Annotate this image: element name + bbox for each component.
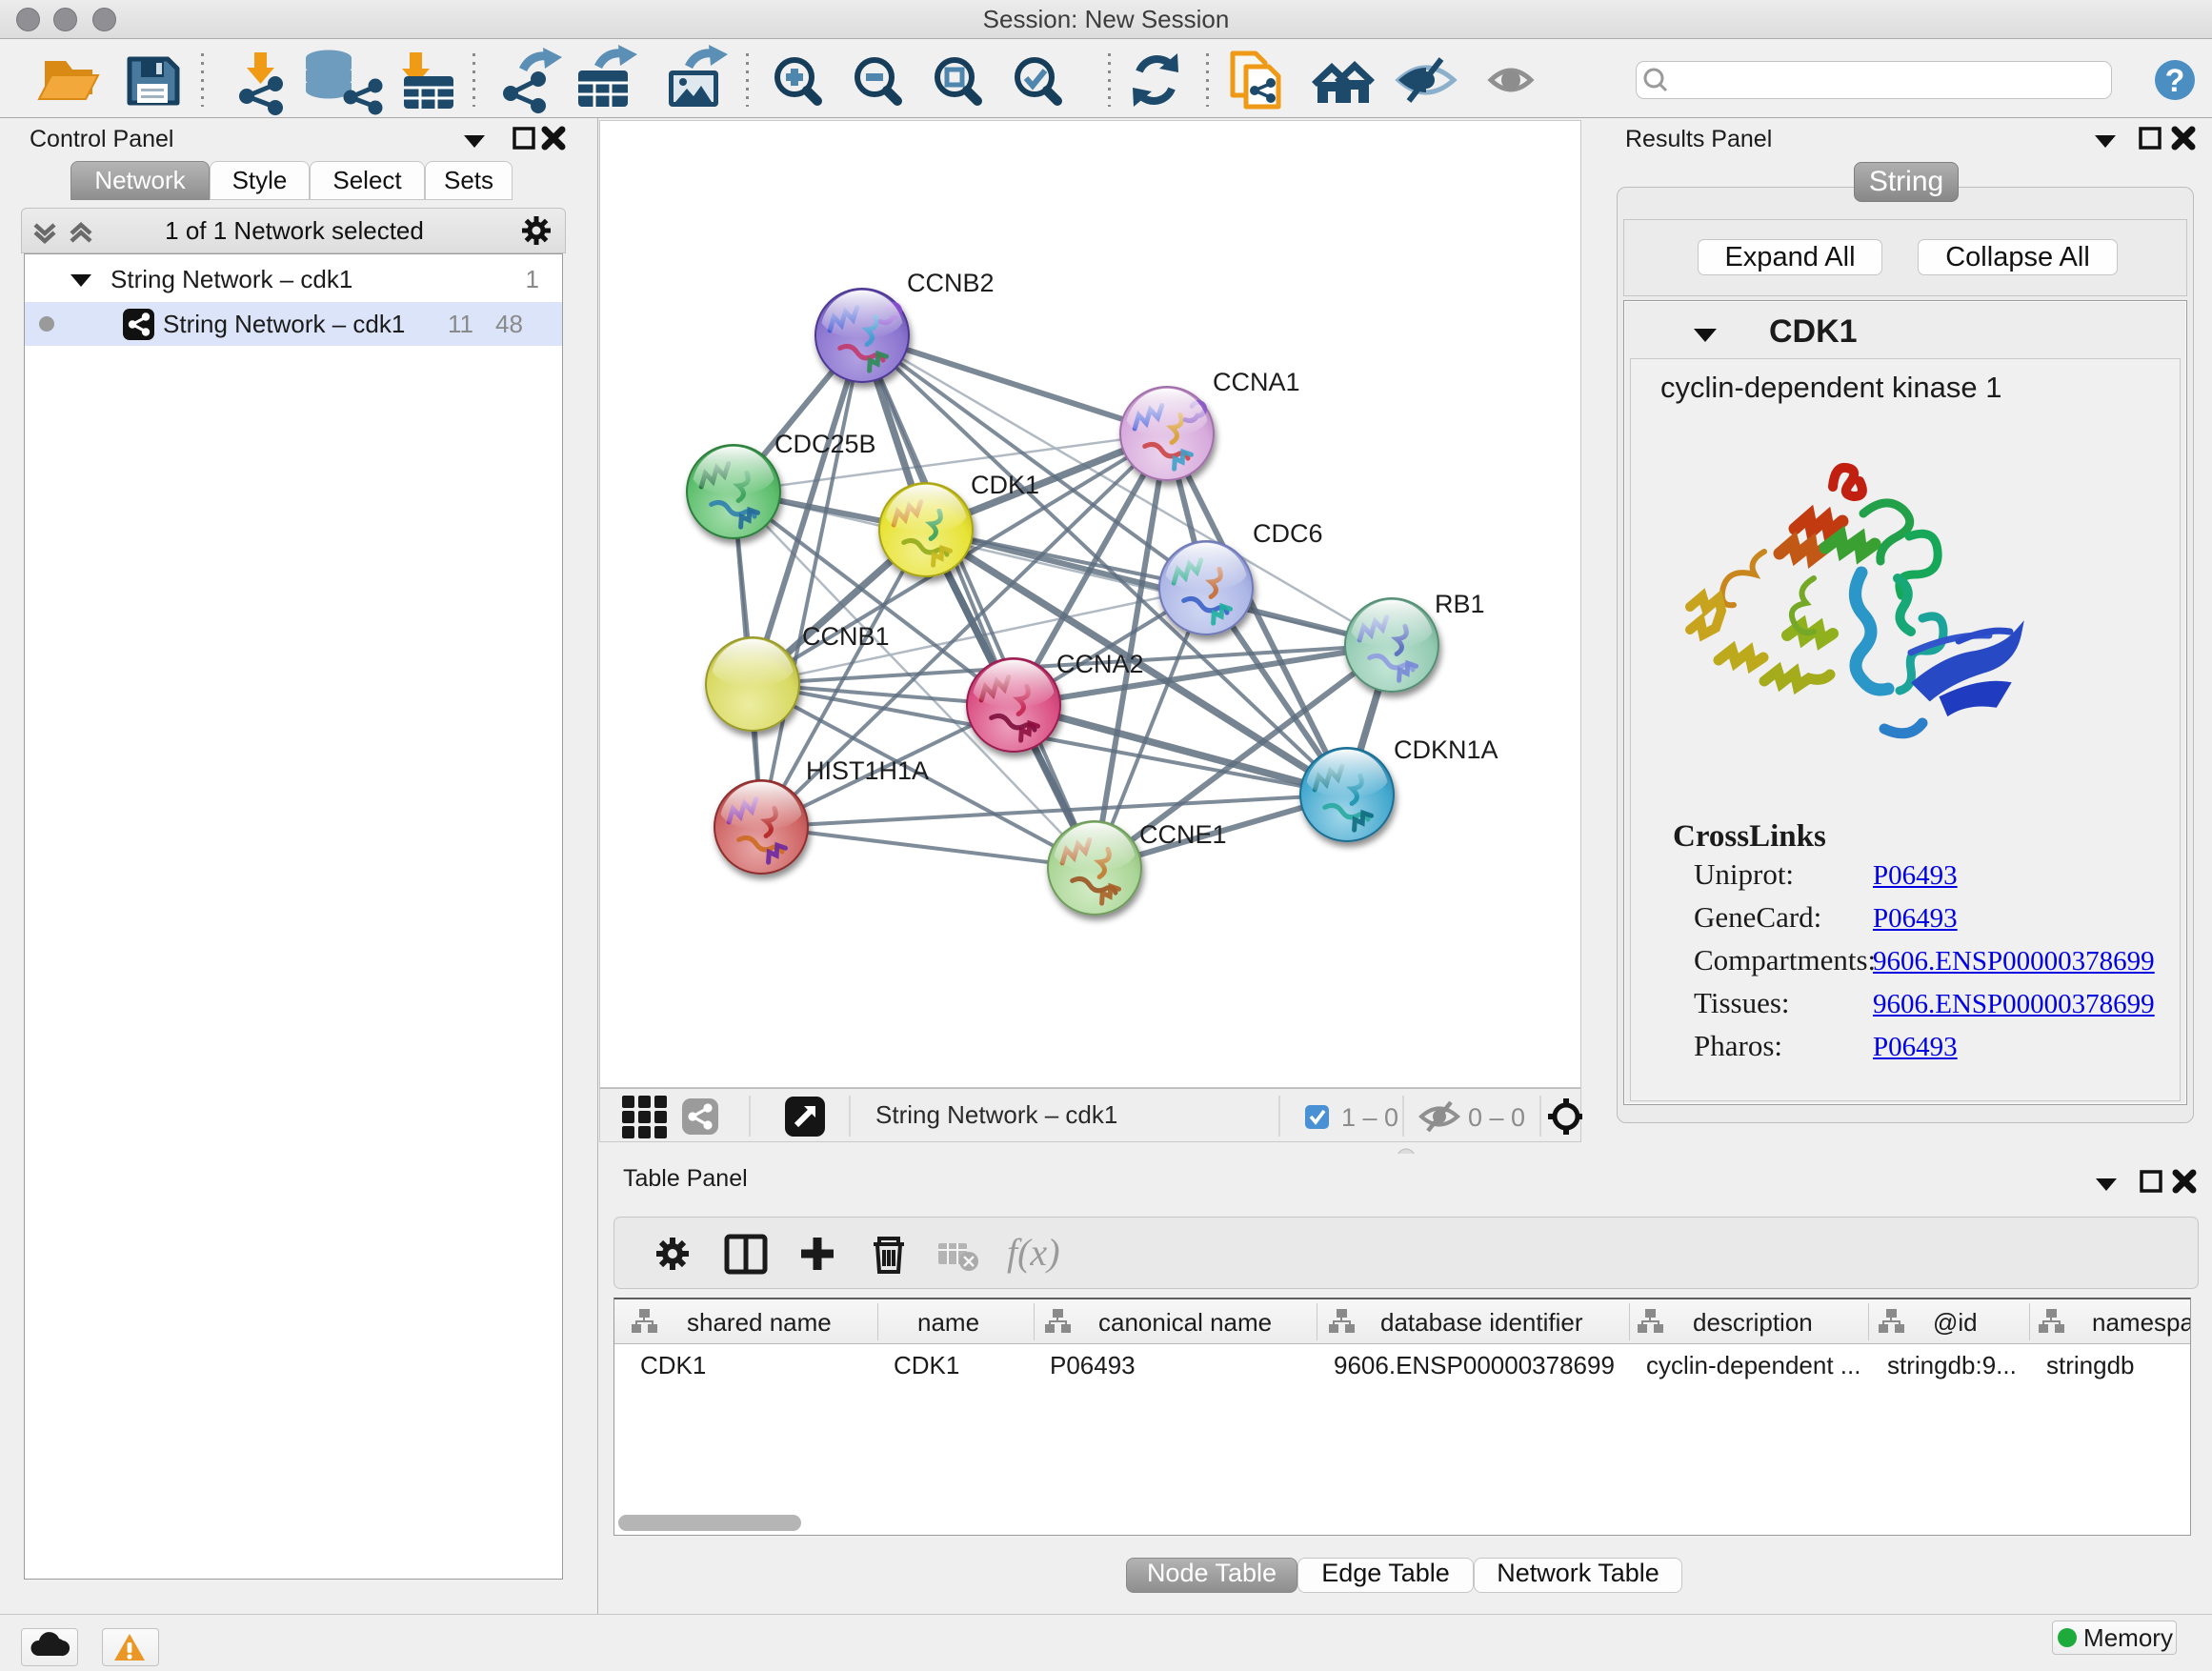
svg-text:CCNA2: CCNA2 — [1056, 650, 1144, 678]
svg-text:RB1: RB1 — [1435, 590, 1485, 618]
svg-text:CCNB2: CCNB2 — [907, 269, 995, 297]
svg-text:namespac: namespac — [2092, 1308, 2190, 1337]
svg-text:CCNB1: CCNB1 — [802, 622, 890, 651]
svg-text:CCNA1: CCNA1 — [1213, 368, 1300, 396]
svg-text:@id: @id — [1933, 1308, 1978, 1337]
svg-text:CDC6: CDC6 — [1253, 519, 1323, 548]
svg-text:shared name: shared name — [687, 1308, 832, 1337]
svg-text:CDKN1A: CDKN1A — [1394, 735, 1498, 764]
svg-text:?: ? — [2165, 63, 2185, 99]
svg-text:1 – 0: 1 – 0 — [1341, 1103, 1398, 1132]
svg-text:1 of 1 Network selected: 1 of 1 Network selected — [165, 216, 424, 245]
svg-text:0 – 0: 0 – 0 — [1468, 1103, 1525, 1132]
svg-text:HIST1H1A: HIST1H1A — [806, 756, 929, 785]
svg-text:CCNE1: CCNE1 — [1139, 820, 1227, 849]
svg-text:CDK1: CDK1 — [971, 471, 1039, 499]
svg-text:database identifier: database identifier — [1380, 1308, 1583, 1337]
svg-text:String Network – cdk1: String Network – cdk1 — [875, 1100, 1117, 1129]
svg-text:f(x): f(x) — [1007, 1231, 1060, 1274]
svg-text:description: description — [1693, 1308, 1813, 1337]
svg-text:name: name — [917, 1308, 979, 1337]
svg-text:CDC25B: CDC25B — [774, 430, 876, 458]
svg-text:canonical name: canonical name — [1098, 1308, 1272, 1337]
